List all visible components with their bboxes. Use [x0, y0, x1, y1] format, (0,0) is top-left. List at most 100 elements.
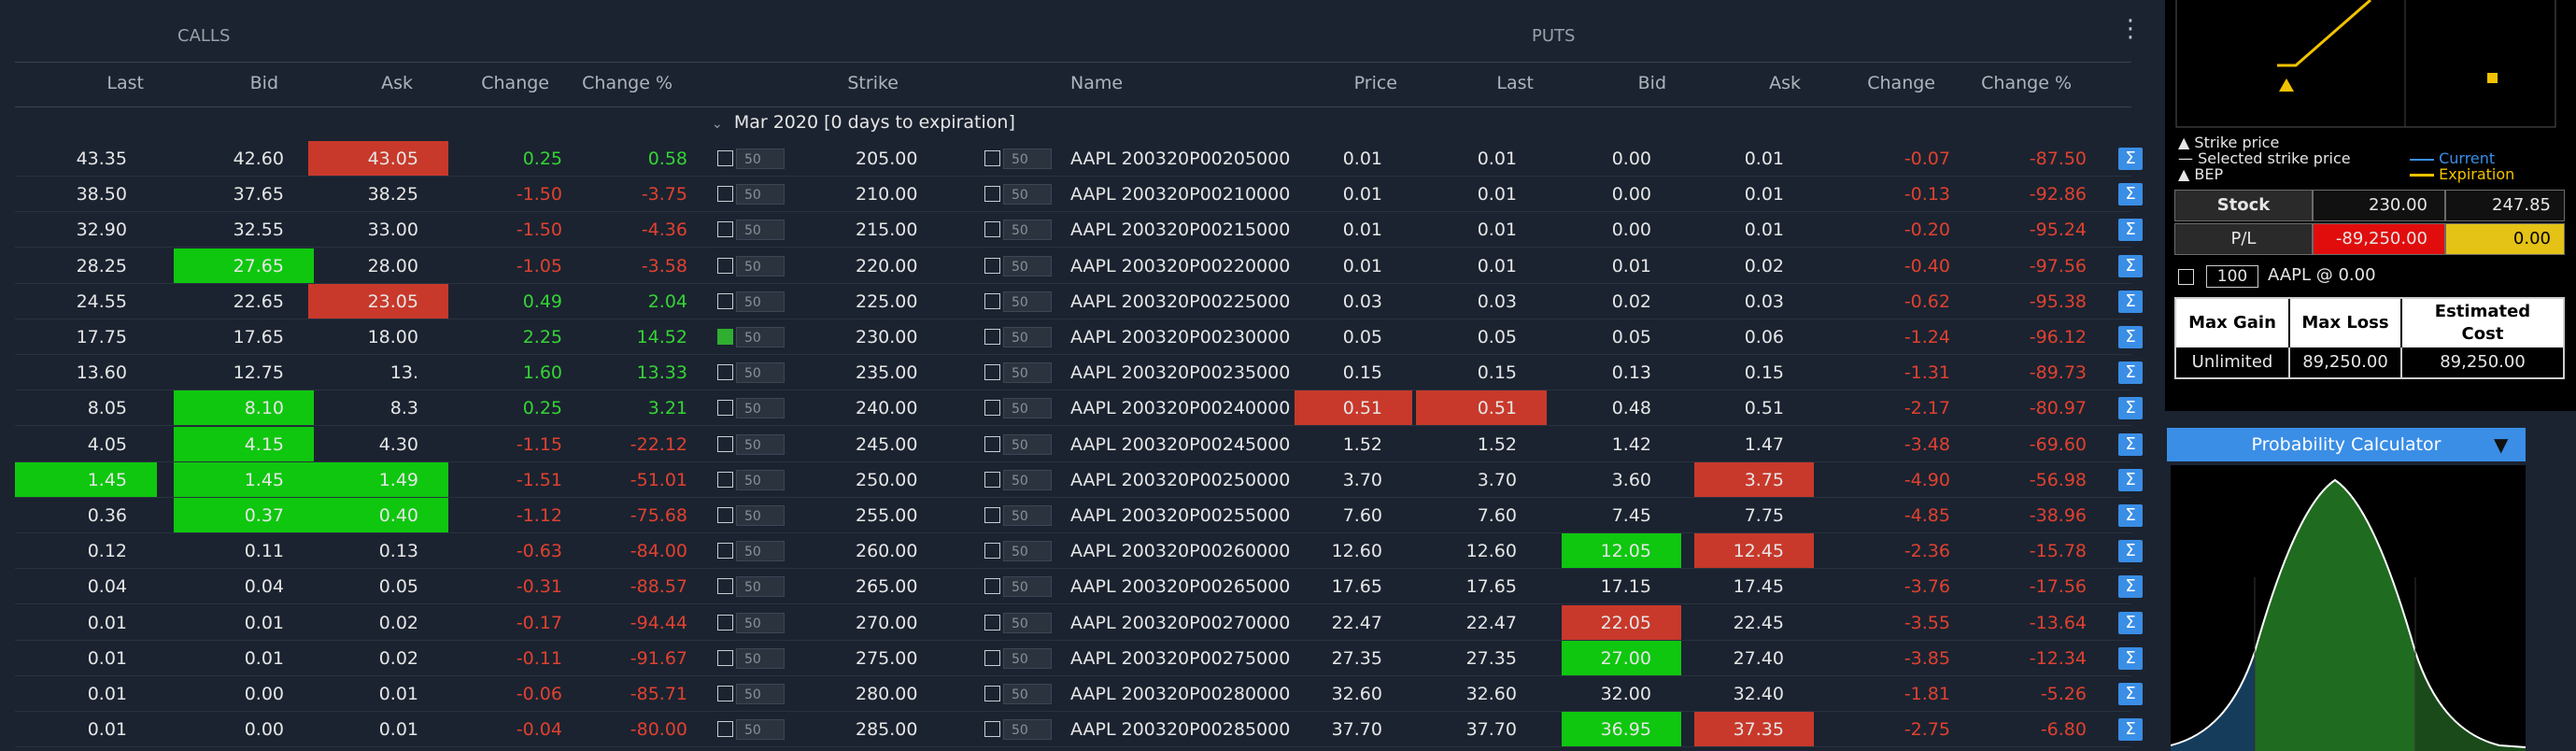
- puts-change-cell[interactable]: -3.85: [1827, 641, 1950, 675]
- calls-bid-cell[interactable]: 27.65: [174, 248, 314, 283]
- puts-bid-cell[interactable]: 17.15: [1562, 569, 1681, 603]
- puts-change-pct-cell[interactable]: -6.80: [1954, 712, 2087, 746]
- calls-last-cell[interactable]: 1.45: [15, 461, 157, 497]
- call-select-checkbox[interactable]: [717, 257, 733, 274]
- option-row[interactable]: 0.12 0.11 0.13 -0.63 -84.00 260.00 12.60 12.60 1…: [15, 533, 2143, 570]
- calls-last-cell[interactable]: 0.01: [15, 712, 157, 746]
- option-row[interactable]: 32.90 32.55 33.00 -1.50 -4.36 215.00 0.01 0.01 0…: [15, 212, 2143, 248]
- calls-ask-cell[interactable]: 13.: [308, 355, 448, 390]
- sigma-icon[interactable]: Σ: [2118, 540, 2143, 563]
- strike-cell[interactable]: 240.00: [856, 390, 917, 425]
- calls-last-cell[interactable]: 4.05: [15, 427, 157, 461]
- calls-last-cell[interactable]: 0.01: [15, 676, 157, 711]
- put-price-cell[interactable]: 7.60: [1295, 498, 1412, 532]
- col-calls-last[interactable]: Last: [84, 73, 144, 95]
- put-price-cell[interactable]: 0.01: [1295, 177, 1412, 211]
- calls-bid-cell[interactable]: 0.01: [174, 641, 314, 675]
- calls-bid-cell[interactable]: 1.45: [174, 461, 314, 497]
- strike-cell[interactable]: 285.00: [856, 712, 917, 746]
- calls-change-cell[interactable]: 0.25: [456, 141, 562, 176]
- put-price-cell[interactable]: 32.60: [1295, 676, 1412, 711]
- calls-change-pct-cell[interactable]: -3.58: [566, 248, 687, 283]
- puts-change-pct-cell[interactable]: -80.97: [1954, 390, 2087, 425]
- call-select-checkbox[interactable]: [717, 649, 733, 666]
- call-select-checkbox[interactable]: [717, 721, 733, 738]
- puts-change-cell[interactable]: -1.24: [1827, 319, 1950, 354]
- calls-last-cell[interactable]: 0.12: [15, 533, 157, 568]
- col-puts-change-pct[interactable]: Change %: [1939, 73, 2072, 95]
- put-select-checkbox[interactable]: [984, 649, 1000, 666]
- puts-last-cell[interactable]: 37.70: [1416, 712, 1547, 746]
- col-calls-change-pct[interactable]: Change %: [545, 73, 672, 95]
- calls-bid-cell[interactable]: 32.55: [174, 212, 314, 247]
- position-checkbox[interactable]: [2178, 269, 2194, 285]
- calls-change-pct-cell[interactable]: -85.71: [566, 676, 687, 711]
- stock-value-current[interactable]: 230.00: [2313, 190, 2445, 221]
- calls-change-cell[interactable]: -0.04: [456, 712, 562, 746]
- call-qty-input[interactable]: 50: [736, 433, 785, 455]
- puts-bid-cell[interactable]: 0.01: [1562, 248, 1681, 283]
- puts-ask-cell[interactable]: 7.75: [1694, 498, 1814, 532]
- col-puts-last[interactable]: Last: [1470, 73, 1534, 95]
- put-select-checkbox[interactable]: [984, 471, 1000, 488]
- puts-change-cell[interactable]: -2.36: [1827, 533, 1950, 568]
- put-qty-input[interactable]: 50: [1003, 612, 1052, 633]
- put-select-checkbox[interactable]: [984, 150, 1000, 166]
- calls-change-cell[interactable]: -1.12: [456, 498, 562, 532]
- puts-bid-cell[interactable]: 12.05: [1562, 533, 1681, 569]
- calls-change-pct-cell[interactable]: 2.04: [566, 284, 687, 319]
- strike-cell[interactable]: 260.00: [856, 533, 917, 568]
- calls-change-pct-cell[interactable]: -80.00: [566, 712, 687, 746]
- puts-ask-cell[interactable]: 37.35: [1694, 712, 1814, 747]
- puts-change-pct-cell[interactable]: -97.56: [1954, 248, 2087, 283]
- puts-change-pct-cell[interactable]: -69.60: [1954, 427, 2087, 461]
- sigma-icon[interactable]: Σ: [2118, 683, 2143, 705]
- puts-change-pct-cell[interactable]: -13.64: [1954, 605, 2087, 640]
- puts-bid-cell[interactable]: 36.95: [1562, 712, 1681, 747]
- calls-last-cell[interactable]: 0.04: [15, 569, 157, 603]
- put-price-cell[interactable]: 27.35: [1295, 641, 1412, 675]
- sigma-icon[interactable]: Σ: [2118, 611, 2143, 634]
- calls-last-cell[interactable]: 38.50: [15, 177, 157, 211]
- calls-ask-cell[interactable]: 38.25: [308, 177, 448, 211]
- option-row[interactable]: 0.01 0.00 0.01 -0.04 -80.00 285.00 37.70 37.70 3…: [15, 712, 2143, 748]
- puts-change-cell[interactable]: -0.62: [1827, 284, 1950, 319]
- expiry-group-header[interactable]: ⌄ Mar 2020 [0 days to expiration]: [712, 112, 1015, 133]
- put-price-cell[interactable]: 0.05: [1295, 319, 1412, 354]
- sigma-icon[interactable]: Σ: [2118, 326, 2143, 348]
- calls-change-pct-cell[interactable]: -4.36: [566, 212, 687, 247]
- puts-change-cell[interactable]: -3.55: [1827, 605, 1950, 640]
- puts-last-cell[interactable]: 17.65: [1416, 569, 1547, 603]
- option-row[interactable]: 0.04 0.04 0.05 -0.31 -88.57 265.00 17.65 17.65 1…: [15, 569, 2143, 605]
- calls-ask-cell[interactable]: 33.00: [308, 212, 448, 247]
- puts-last-cell[interactable]: 0.05: [1416, 319, 1547, 354]
- call-qty-input[interactable]: 50: [736, 255, 785, 276]
- call-qty-input[interactable]: 50: [736, 647, 785, 669]
- calls-last-cell[interactable]: 32.90: [15, 212, 157, 247]
- puts-change-cell[interactable]: -2.17: [1827, 390, 1950, 425]
- put-select-checkbox[interactable]: [984, 686, 1000, 701]
- puts-ask-cell[interactable]: 0.01: [1694, 212, 1814, 247]
- puts-bid-cell[interactable]: 0.00: [1562, 212, 1681, 247]
- strike-cell[interactable]: 280.00: [856, 676, 917, 711]
- strike-cell[interactable]: 205.00: [856, 141, 917, 176]
- strike-cell[interactable]: 210.00: [856, 177, 917, 211]
- puts-bid-cell[interactable]: 1.42: [1562, 427, 1681, 461]
- option-row[interactable]: 28.25 27.65 28.00 -1.05 -3.58 220.00 0.01 0.01 0…: [15, 248, 2143, 284]
- sigma-icon[interactable]: Σ: [2118, 397, 2143, 420]
- calls-last-cell[interactable]: 8.05: [15, 390, 157, 425]
- sigma-icon[interactable]: Σ: [2118, 468, 2143, 491]
- puts-change-pct-cell[interactable]: -87.50: [1954, 141, 2087, 176]
- puts-change-pct-cell[interactable]: -56.98: [1954, 462, 2087, 497]
- calls-bid-cell[interactable]: 0.37: [174, 498, 314, 532]
- puts-last-cell[interactable]: 12.60: [1416, 533, 1547, 568]
- call-select-checkbox[interactable]: [717, 471, 733, 488]
- call-qty-input[interactable]: 50: [736, 612, 785, 633]
- put-select-checkbox[interactable]: [984, 329, 1000, 345]
- put-qty-input[interactable]: 50: [1003, 719, 1052, 741]
- call-qty-input[interactable]: 50: [736, 184, 785, 205]
- option-row[interactable]: 0.01 0.00 0.01 -0.06 -85.71 280.00 32.60 32.60 3…: [15, 676, 2143, 712]
- calls-last-cell[interactable]: 0.36: [15, 498, 157, 532]
- col-name[interactable]: Name: [1070, 73, 1145, 95]
- puts-change-pct-cell[interactable]: -95.38: [1954, 284, 2087, 319]
